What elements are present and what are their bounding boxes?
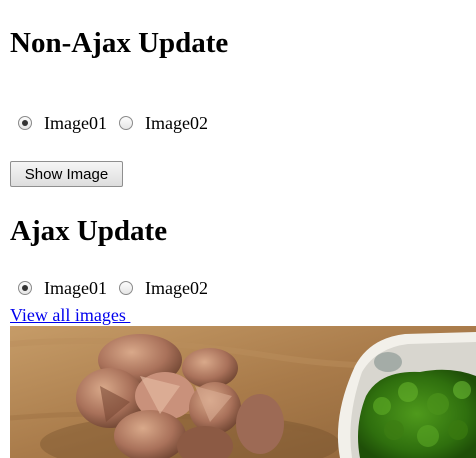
ajax-radio-group: Image01 Image02: [18, 277, 220, 299]
non-ajax-radio-image01-label[interactable]: Image01: [44, 113, 107, 134]
ajax-radio-image02-label[interactable]: Image02: [145, 278, 208, 299]
page: Non-Ajax Update Image01 Image02 Show Ima…: [0, 0, 476, 458]
ajax-radio-image01[interactable]: [18, 281, 32, 295]
ajax-radio-image01-label[interactable]: Image01: [44, 278, 107, 299]
ajax-radio-image02[interactable]: [118, 281, 133, 295]
non-ajax-radio-group: Image01 Image02: [18, 112, 220, 134]
non-ajax-radio-image02[interactable]: [118, 116, 133, 130]
non-ajax-radio-image02-label[interactable]: Image02: [145, 113, 208, 134]
pinecone-broccoli-photo: [10, 326, 476, 458]
preview-image: [10, 326, 476, 458]
view-all-images-link[interactable]: View all images: [10, 304, 130, 326]
non-ajax-radio-image01[interactable]: [18, 116, 32, 130]
show-image-button[interactable]: Show Image: [10, 161, 123, 187]
non-ajax-title: Non-Ajax Update: [10, 27, 229, 59]
ajax-title: Ajax Update: [10, 215, 168, 247]
